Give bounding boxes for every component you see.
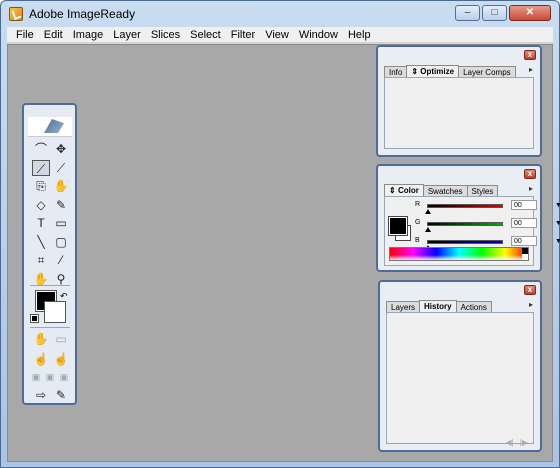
toolbox-header[interactable] (28, 117, 72, 137)
menu-filter[interactable]: Filter (226, 29, 260, 41)
menu-bar: File Edit Image Layer Slices Select Filt… (7, 27, 553, 43)
window-controls: – □ ✕ (455, 5, 551, 21)
toolbox-palette[interactable]: ⌒ ✥ ⟋ ⟋ ⎘ ✋ ◇ ✎ T ▭ ╲ ▢ ⌗ ⁄ ✋ ⚲ ↶ ✋ ▭ ☝ ☝ ▣ ▣ ▣ ⇨ ✎ (22, 103, 77, 405)
panel-close-button[interactable]: x (524, 50, 536, 60)
menu-window[interactable]: Window (294, 29, 343, 41)
color-panel: x ⇕ Color Swatches Styles ▸ R 00 ▼ G 00 ▼ B 00 ▼ (376, 164, 560, 272)
color-slider-r[interactable]: R 00 ▼ (415, 200, 560, 215)
tab-swatches[interactable]: Swatches (422, 185, 468, 196)
menu-file[interactable]: File (11, 29, 39, 41)
color-slider-g[interactable]: G 00 ▼ (415, 218, 560, 233)
crop-tool-icon[interactable]: ⌗ (32, 252, 50, 268)
move-tool-icon[interactable]: ✥ (52, 141, 70, 157)
step-forward-icon[interactable]: |▶ (520, 438, 528, 447)
panel-menu-icon[interactable]: ▸ (529, 184, 533, 193)
line-tool-icon[interactable]: ╲ (32, 234, 50, 250)
jump-to-photoshop-icon[interactable]: ✎ (52, 387, 70, 403)
background-color-swatch[interactable] (44, 301, 66, 323)
color-panel-body: R 00 ▼ G 00 ▼ B 00 ▼ (384, 196, 560, 266)
history-panel-tabs: Layers History Actions (386, 300, 534, 312)
slider-thumb[interactable] (425, 227, 431, 232)
foreground-color-box[interactable] (388, 216, 408, 236)
menu-slices[interactable]: Slices (146, 29, 185, 41)
close-button[interactable]: ✕ (509, 5, 551, 21)
tab-optimize[interactable]: ⇕ Optimize (406, 65, 460, 77)
title-bar[interactable]: Adobe ImageReady – □ ✕ (1, 1, 559, 27)
panel-menu-icon[interactable]: ▸ (529, 65, 533, 74)
toolbox-divider (30, 327, 70, 328)
history-brush-tool-icon[interactable]: ✋ (52, 178, 70, 194)
slider-track[interactable] (427, 204, 503, 208)
preview-in-browser-icon[interactable]: ⇨ (32, 387, 50, 403)
history-list (386, 312, 534, 444)
tab-info[interactable]: Info (384, 66, 408, 77)
menu-select[interactable]: Select (185, 29, 226, 41)
slider-label: R (415, 201, 421, 208)
clone-stamp-tool-icon[interactable]: ⎘ (32, 178, 50, 194)
chevron-down-icon[interactable]: ▼ (555, 238, 560, 245)
brush-tool-icon[interactable]: ✎ (52, 197, 70, 213)
screen-mode-full-icon[interactable]: ▣ (58, 369, 70, 385)
history-footer: ◀| |▶ (506, 438, 528, 447)
imageready-logo-icon (44, 119, 64, 133)
toolbox-divider (30, 285, 70, 286)
optimize-panel-tabs: Info ⇕ Optimize Layer Comps (384, 65, 534, 77)
menu-view[interactable]: View (260, 29, 294, 41)
slider-value-field[interactable]: 00 (511, 200, 537, 210)
tab-layers[interactable]: Layers (386, 301, 421, 312)
optimize-panel-body (384, 77, 534, 149)
minimize-button[interactable]: – (455, 5, 480, 21)
default-colors-icon[interactable] (30, 314, 39, 323)
rounded-rect-tool-icon[interactable]: ▢ (52, 234, 70, 250)
slider-label: B (415, 237, 420, 244)
menu-layer[interactable]: Layer (108, 29, 146, 41)
image-map-visibility-icon[interactable]: ☝ (52, 351, 70, 367)
chevron-down-icon[interactable]: ▼ (555, 220, 560, 227)
tab-color[interactable]: ⇕ Color (384, 184, 424, 196)
slice-tool-icon[interactable]: ⟋ (32, 159, 50, 176)
tab-actions[interactable]: Actions (455, 301, 492, 312)
slider-value-field[interactable]: 00 (511, 236, 537, 246)
lasso-tool-icon[interactable]: ⌒ (32, 141, 50, 157)
type-tool-icon[interactable]: T (32, 215, 50, 231)
swap-colors-icon[interactable]: ↶ (60, 291, 68, 302)
slider-thumb[interactable] (425, 209, 431, 214)
chevron-down-icon[interactable]: ▼ (555, 202, 560, 209)
tab-styles[interactable]: Styles (466, 185, 499, 196)
rollover-preview-icon[interactable]: ☝ (32, 351, 50, 367)
toggle-slices-icon[interactable]: ✋ (32, 331, 50, 347)
slider-label: G (415, 219, 421, 226)
menu-help[interactable]: Help (343, 29, 376, 41)
tab-optimize-label: Optimize (420, 67, 455, 76)
image-map-icon[interactable]: ▭ (52, 331, 70, 347)
panel-close-button[interactable]: x (524, 169, 536, 179)
panel-close-button[interactable]: x (524, 285, 536, 295)
slider-track[interactable] (427, 240, 503, 244)
slider-track[interactable] (427, 222, 503, 226)
step-backward-icon[interactable]: ◀| (506, 438, 514, 447)
panel-menu-icon[interactable]: ▸ (529, 300, 533, 309)
slice-select-tool-icon[interactable]: ⟋ (52, 160, 70, 176)
menu-edit[interactable]: Edit (39, 29, 68, 41)
tab-history[interactable]: History (419, 300, 457, 312)
imageready-app-icon (9, 7, 23, 21)
rectangle-tool-icon[interactable]: ▭ (52, 215, 70, 231)
optimize-panel: x Info ⇕ Optimize Layer Comps ▸ (376, 45, 542, 157)
screen-mode-full-menu-icon[interactable]: ▣ (44, 369, 56, 385)
eraser-tool-icon[interactable]: ◇ (32, 197, 50, 213)
screen-mode-standard-icon[interactable]: ▣ (30, 369, 42, 385)
maximize-button[interactable]: □ (482, 5, 507, 21)
eyedropper-tool-icon[interactable]: ⁄ (52, 252, 70, 268)
slider-value-field[interactable]: 00 (511, 218, 537, 228)
history-panel: x Layers History Actions ▸ ◀| |▶ (378, 280, 542, 452)
window-title: Adobe ImageReady (29, 7, 136, 21)
tab-layer-comps[interactable]: Layer Comps (458, 66, 516, 77)
menu-image[interactable]: Image (68, 29, 109, 41)
color-spectrum-ramp[interactable] (389, 247, 529, 261)
tab-color-label: Color (397, 186, 419, 195)
color-panel-tabs: ⇕ Color Swatches Styles (384, 184, 534, 196)
